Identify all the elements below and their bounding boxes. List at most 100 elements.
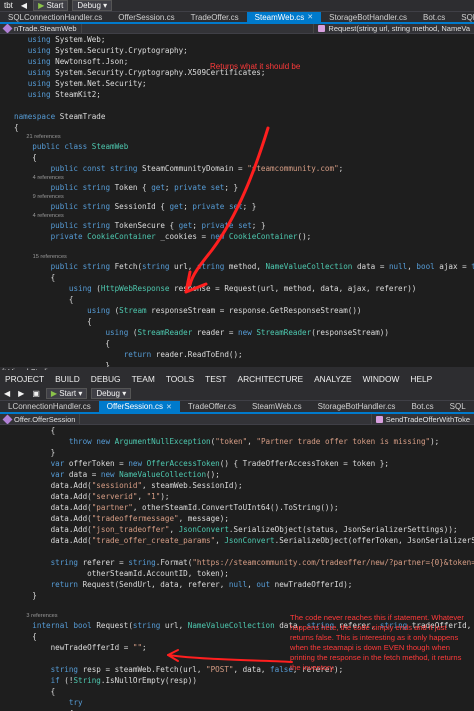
tab-label: TradeOffer.cs — [187, 402, 236, 411]
tab-offersession-cs[interactable]: OfferSession.cs — [110, 12, 182, 22]
code-line: { — [14, 295, 74, 304]
tab-label: StorageBotHandler.cs — [317, 402, 396, 411]
method-icon — [375, 415, 383, 423]
code-line: public const string SteamCommunityDomain… — [50, 164, 344, 173]
bottom-tab-strip: LConnectionHandler.cs OfferSession.cs ✕ Tra… — [0, 401, 474, 414]
top-tab-strip: SQLConnectionHandler.cs OfferSession.cs Tr… — [0, 12, 474, 24]
namespace-icon — [2, 24, 13, 33]
tab-label: SQLConnectionHandler.cs — [8, 12, 103, 22]
code-line: public string Token { get; private set; … — [50, 183, 239, 192]
tab-label: SteamWeb.cs — [254, 12, 305, 22]
reference-count-hint[interactable]: 15 references — [0, 253, 474, 261]
code-line: var offerToken = new OfferAccessToken() … — [50, 459, 389, 468]
menu-help[interactable]: HELP — [405, 374, 438, 384]
top-nav-class-dropdown[interactable]: nTrade.SteamWeb — [0, 24, 82, 33]
back-icon[interactable]: ◀ — [0, 389, 14, 398]
code-line: throw new ArgumentNullException("token",… — [68, 437, 440, 446]
code-line: { — [14, 317, 92, 326]
back-icon[interactable]: ◀ — [17, 1, 31, 10]
code-line: private CookieContainer _cookies = new C… — [50, 232, 312, 241]
tab-label: OfferSession.cs — [106, 402, 164, 411]
code-line: } — [14, 448, 56, 457]
tab-storagebothandler-cs[interactable]: StorageBotHandler.cs — [310, 401, 404, 412]
tab-sql[interactable]: SQL — [442, 401, 474, 412]
tab-tradeoffer-cs[interactable]: TradeOffer.cs — [183, 12, 247, 22]
reference-count-hint[interactable]: 4 references — [0, 212, 474, 220]
tab-tradeoffer-cs[interactable]: TradeOffer.cs — [180, 401, 244, 412]
top-config-value: Debug — [77, 1, 101, 10]
tab-steamweb-cs[interactable]: SteamWeb.cs — [244, 401, 310, 412]
code-line: try — [68, 698, 83, 707]
code-line: using System.Net.Security; — [27, 79, 147, 88]
tab-bot-cs[interactable]: Bot.cs — [415, 12, 453, 22]
close-tab-icon[interactable]: ✕ — [166, 403, 172, 411]
menu-project[interactable]: PROJECT — [0, 374, 50, 384]
top-config-dropdown[interactable]: Debug ▾ — [72, 0, 113, 11]
menu-build[interactable]: BUILD — [50, 374, 86, 384]
bottom-annotation: The code never reaches this if statement… — [290, 613, 464, 672]
code-line: { — [14, 123, 19, 132]
bottom-nav-class-dropdown[interactable]: Offer.OfferSession — [0, 414, 81, 424]
menu-team[interactable]: TEAM — [127, 374, 161, 384]
tab-label: TradeOffer.cs — [190, 12, 239, 22]
tab-sqlconnectionhandler-cs[interactable]: SQLConnectionHandler.cs — [0, 12, 110, 22]
tab-sqltradewatch[interactable]: SQLTradeWatch — [453, 12, 474, 22]
code-line: public string SessionId { get; private s… — [50, 202, 257, 211]
menu-test[interactable]: TEST — [200, 374, 232, 384]
code-line: return Request(SendUrl, data, referer, n… — [50, 580, 353, 589]
code-line: data.Add("serverid", "1"); — [14, 492, 170, 501]
menu-analyze[interactable]: ANALYZE — [309, 374, 358, 384]
top-code-editor[interactable]: using System.Web; using System.Security.… — [0, 34, 474, 367]
play-icon: ▶ — [50, 389, 60, 398]
reference-count-hint[interactable]: 9 references — [0, 193, 474, 201]
tab-storagebothandler-cs[interactable]: StorageBotHandler.cs — [321, 12, 415, 22]
close-tab-icon[interactable]: ✕ — [307, 13, 313, 21]
new-item-icon[interactable]: ▣ — [28, 389, 44, 398]
bottom-nav-member-dropdown[interactable]: SendTradeOfferWithToke — [370, 414, 474, 424]
forward-icon[interactable]: ▶ — [14, 389, 28, 398]
bottom-start-label: Start — [59, 389, 77, 398]
tab-label: LConnectionHandler.cs — [8, 402, 91, 411]
reference-count-hint[interactable]: 4 references — [0, 174, 474, 182]
tab-label: StorageBotHandler.cs — [329, 12, 407, 22]
top-annotation: Returns what it should be — [210, 62, 301, 71]
code-line: public string Fetch(string url, string m… — [50, 262, 474, 271]
menu-window[interactable]: WINDOW — [358, 374, 406, 384]
tab-steamweb-cs[interactable]: SteamWeb.cs ✕ — [246, 12, 322, 22]
tab-offersession-cs[interactable]: OfferSession.cs ✕ — [98, 401, 180, 412]
code-line: } — [14, 361, 111, 367]
menu-tools[interactable]: TOOLS — [161, 374, 200, 384]
top-start-button[interactable]: ▶ Start — [33, 0, 69, 11]
bottom-start-button[interactable]: ▶ Start ▾ — [45, 388, 88, 399]
code-line: using SteamKit2; — [27, 90, 101, 99]
bottom-config-value: Debug — [96, 389, 120, 398]
tab-label: SQL — [449, 402, 466, 411]
class-icon — [2, 414, 13, 424]
code-line: } — [14, 591, 37, 600]
menu-architecture[interactable]: ARCHITECTURE — [232, 374, 309, 384]
tab-lconnectionhandler-cs[interactable]: LConnectionHandler.cs — [0, 401, 99, 412]
code-line: using System.Security.Cryptography; — [27, 46, 188, 55]
menu-bar: PROJECT BUILD DEBUG TEAM TOOLS TEST ARCHITECTU… — [0, 370, 474, 387]
code-line: string referer = string.Format("https://… — [50, 558, 474, 567]
code-line: return reader.ReadToEnd(); — [123, 350, 243, 359]
code-line: using (HttpWebResponse response = Reques… — [68, 284, 417, 293]
bottom-toolbar: ◀ ▶ ▣ ▶ Start ▾ Debug ▾ — [0, 387, 474, 401]
reference-count-hint[interactable]: 21 references — [0, 133, 474, 141]
code-line: data.Add("partner", otherSteamId.Convert… — [14, 503, 339, 512]
code-line: otherSteamId.AccountID, token); — [14, 569, 229, 578]
menu-debug[interactable]: DEBUG — [86, 374, 127, 384]
tab-bot-cs[interactable]: Bot.cs — [403, 401, 441, 412]
tab-label: Bot.cs — [411, 402, 434, 411]
code-line: if (!String.IsNullOrEmpty(resp)) — [50, 676, 197, 685]
code-line: { — [14, 426, 56, 435]
bottom-config-dropdown[interactable]: Debug ▾ — [91, 388, 132, 399]
code-line: var data = new NameValueCollection(); — [50, 470, 220, 479]
code-line: { — [14, 687, 56, 696]
top-nav-class: nTrade.SteamWeb — [14, 24, 77, 33]
top-nav-member-dropdown[interactable]: Request(string url, string method, NameV… — [313, 24, 474, 33]
